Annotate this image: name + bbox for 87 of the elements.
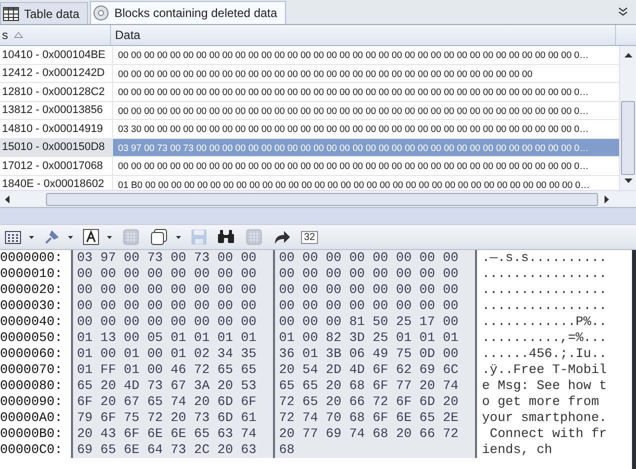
pattern-icon (122, 228, 140, 246)
offset-label: 0000090: (0, 394, 64, 410)
table-cell: 12412 - 0x0001242D (0, 64, 113, 82)
offset-label: 0000050: (0, 330, 64, 346)
scroll-right-icon[interactable] (604, 194, 610, 204)
offset-label: 0000080: (0, 378, 64, 394)
tab[interactable]: Blocks containing deleted data (90, 1, 286, 24)
redo-arrow-icon (273, 229, 291, 245)
pattern-icon (245, 228, 263, 246)
offset-label: 0000070: (0, 362, 64, 378)
hex-bytes: 6F 20 67 65 74 20 6D 6F (71, 394, 273, 410)
hex-bytes: 03 97 00 73 00 73 00 00 (71, 250, 273, 266)
offset-label: 0000060: (0, 346, 64, 362)
hex-bytes: 00 00 00 00 00 00 00 00 (273, 266, 475, 282)
hex-bytes: 00 00 00 00 00 00 00 00 (273, 298, 475, 314)
hex-bytes: 69 65 6E 64 73 2C 20 63 (71, 442, 273, 458)
hex-bytes: 01 13 00 05 01 01 01 01 (71, 330, 273, 346)
scroll-left-icon[interactable] (4, 194, 10, 204)
offset-label: 0000030: (0, 298, 64, 314)
hex-bytes: 79 6F 75 72 20 73 6D 61 (71, 410, 273, 426)
table-cell-text: 00 00 00 00 00 00 00 00 00 00 00 00 00 00 00 00 00 00 00 00 00 00 00 00 00 00 00 00 00 00 00 00 00 00 00 0… (117, 159, 590, 174)
column-header[interactable]: Data (111, 25, 616, 45)
offset-label: 0000010: (0, 266, 64, 282)
scroll-up-icon[interactable] (624, 52, 632, 58)
column-header[interactable]: s (0, 25, 111, 45)
table-cell: 17012 - 0x00017068 (0, 157, 113, 174)
table-cell-text: 00 00 00 00 00 00 00 00 00 00 00 00 00 00 00 00 00 00 00 00 00 00 00 00 00 00 00 00 00 00 00 00 00 00 00 0… (117, 85, 590, 100)
chevron-icon[interactable] (618, 7, 628, 17)
table-icon (3, 6, 19, 20)
table-cell-text: 03 30 00 00 00 00 00 00 00 00 00 00 00 00 00 00 00 00 00 00 00 00 00 00 00 00 00 00 00 00 00 00 00 00 00 0… (117, 122, 590, 136)
table-cell: 03 97 00 73 00 73 00 00 00 00 00 00 00 00 00 00 00 00 00 00 00 00 00 00 00 00 00 00 00 00 00 00 00 00 00 0… (113, 138, 619, 156)
pin-icon (44, 229, 60, 245)
offset-label: 00000A0: (0, 410, 64, 426)
hex-bytes: 00 00 00 00 00 00 00 00 (71, 298, 273, 314)
sort-arrow-icon (14, 32, 23, 38)
hex-bytes: 00 00 00 00 00 00 00 00 (71, 266, 273, 282)
hex-bytes: 72 65 20 66 72 6F 6D 20 (273, 394, 475, 410)
font-icon (83, 229, 99, 245)
table-row[interactable]: 15010 - 0x000150D8 03 97 00 73 00 73 00 00 00 00 00 00 00 00 00 00 00 00 00 00 00 00 00 00 00 00 00 00 00 00 00 00 00 00 00 0… (0, 138, 619, 157)
hex-bytes: 00 00 00 00 00 00 00 00 (273, 250, 475, 266)
hex-bytes: 01 00 82 3D 25 01 01 01 (273, 330, 475, 346)
table-cell-text: 00 00 00 00 00 00 00 00 00 00 00 00 00 00 00 00 00 00 00 00 00 00 00 00 00 00 00 00 00 00 00 00 (117, 66, 534, 81)
scroll-thumb[interactable] (46, 192, 598, 206)
table-cell-text: 01 B0 00 00 00 00 00 00 00 00 00 00 00 00 00 00 00 00 00 00 00 00 00 00 00 00 00 00 00 00 00 00 00 00 00 0… (117, 178, 591, 190)
scroll-thumb[interactable] (621, 101, 635, 175)
hex-bytes: 68 (273, 442, 475, 458)
hex-bytes: 20 54 2D 4D 6F 62 69 6C (273, 362, 475, 378)
hex-bytes: 00 00 00 00 00 00 00 00 (71, 282, 273, 298)
hex-bytes: 65 20 4D 73 67 3A 20 53 (71, 378, 273, 394)
vertical-scrollbar[interactable] (619, 46, 636, 190)
horizontal-scrollbar[interactable] (0, 190, 636, 207)
table-cell: 15010 - 0x000150D8 (0, 138, 113, 156)
hex-bytes: 65 65 20 68 6F 77 20 74 (273, 378, 475, 394)
hex-bytes: 36 01 3B 06 49 75 0D 00 (273, 346, 475, 362)
offset-label: 0000020: (0, 282, 64, 298)
grid-button[interactable] (2, 230, 24, 244)
table-cell-text: 00 00 00 00 00 00 00 00 00 00 00 00 00 00 00 00 00 00 00 00 00 00 00 00 00 00 00 00 00 00 00 00 00 00 00 0… (117, 104, 590, 118)
hex-bytes: 20 43 6F 6E 6E 65 63 74 (71, 426, 273, 442)
hex-bytes: 01 FF 01 00 46 72 65 65 (71, 362, 273, 378)
hex-bytes: 00 00 00 81 50 25 17 00 (273, 314, 475, 330)
table-cell-text: 00 00 00 00 00 00 00 00 00 00 00 00 00 00 00 00 00 00 00 00 00 00 00 00 00 00 00 00 00 00 00 00 00 00 00 0… (117, 48, 590, 62)
tab[interactable]: Table data (0, 2, 88, 24)
save-icon (191, 229, 207, 245)
table-row[interactable]: 12412 - 0x0001242D 00 00 00 00 00 00 00 00 00 00 00 00 00 00 00 00 00 00 00 00 00 00 00 00 00 00 00 00 00 00 00 00 (0, 64, 619, 83)
table-cell: 12810 - 0x000128C2 (0, 83, 113, 100)
table-cell: 10410 - 0x000104BE (0, 46, 113, 64)
hex-bytes: 01 00 01 00 01 02 34 35 (71, 346, 273, 362)
hex-bytes: 00 00 00 00 00 00 00 00 (273, 282, 475, 298)
table-row[interactable]: 17012 - 0x00017068 00 00 00 00 00 00 00 00 00 00 00 00 00 00 00 00 00 00 00 00 00 00 00 00 00 00 00 00 00 00 00 00 00 00 00 0… (0, 157, 619, 176)
disk-icon (93, 5, 110, 21)
offset-label: 00000C0: (0, 442, 64, 458)
offset-label: 0000040: (0, 314, 64, 330)
table-row[interactable]: 13812 - 0x00013856 00 00 00 00 00 00 00 00 00 00 00 00 00 00 00 00 00 00 00 00 00 00 00 00 00 00 00 00 00 00 00 00 00 00 00 0… (0, 102, 619, 120)
offset-label: 0000000: (0, 250, 64, 266)
hex-bytes: 72 74 70 68 6F 6E 65 2E (273, 410, 475, 426)
table-row[interactable]: 12810 - 0x000128C2 00 00 00 00 00 00 00 00 00 00 00 00 00 00 00 00 00 00 00 00 00 00 00 00 00 00 00 00 00 00 00 00 00 00 00 0… (0, 83, 619, 102)
pages-icon (150, 228, 168, 246)
table-cell: 13812 - 0x00013856 (0, 102, 113, 119)
font-button[interactable] (80, 228, 102, 246)
grid-icon (5, 230, 21, 244)
table-cell: 14810 - 0x00014919 (0, 120, 113, 138)
hex-bytes: 20 77 69 74 68 20 66 72 (273, 426, 475, 442)
binoculars-icon (217, 230, 235, 244)
offset-label: 00000B0: (0, 426, 64, 442)
table-row[interactable]: 10410 - 0x000104BE 00 00 00 00 00 00 00 00 00 00 00 00 00 00 00 00 00 00 00 00 00 00 00 00 00 00 00 00 00 00 00 00 00 00 00 0… (0, 46, 619, 64)
hex-bytes: 00 00 00 00 00 00 00 00 (71, 314, 273, 330)
scroll-down-icon[interactable] (624, 178, 632, 184)
